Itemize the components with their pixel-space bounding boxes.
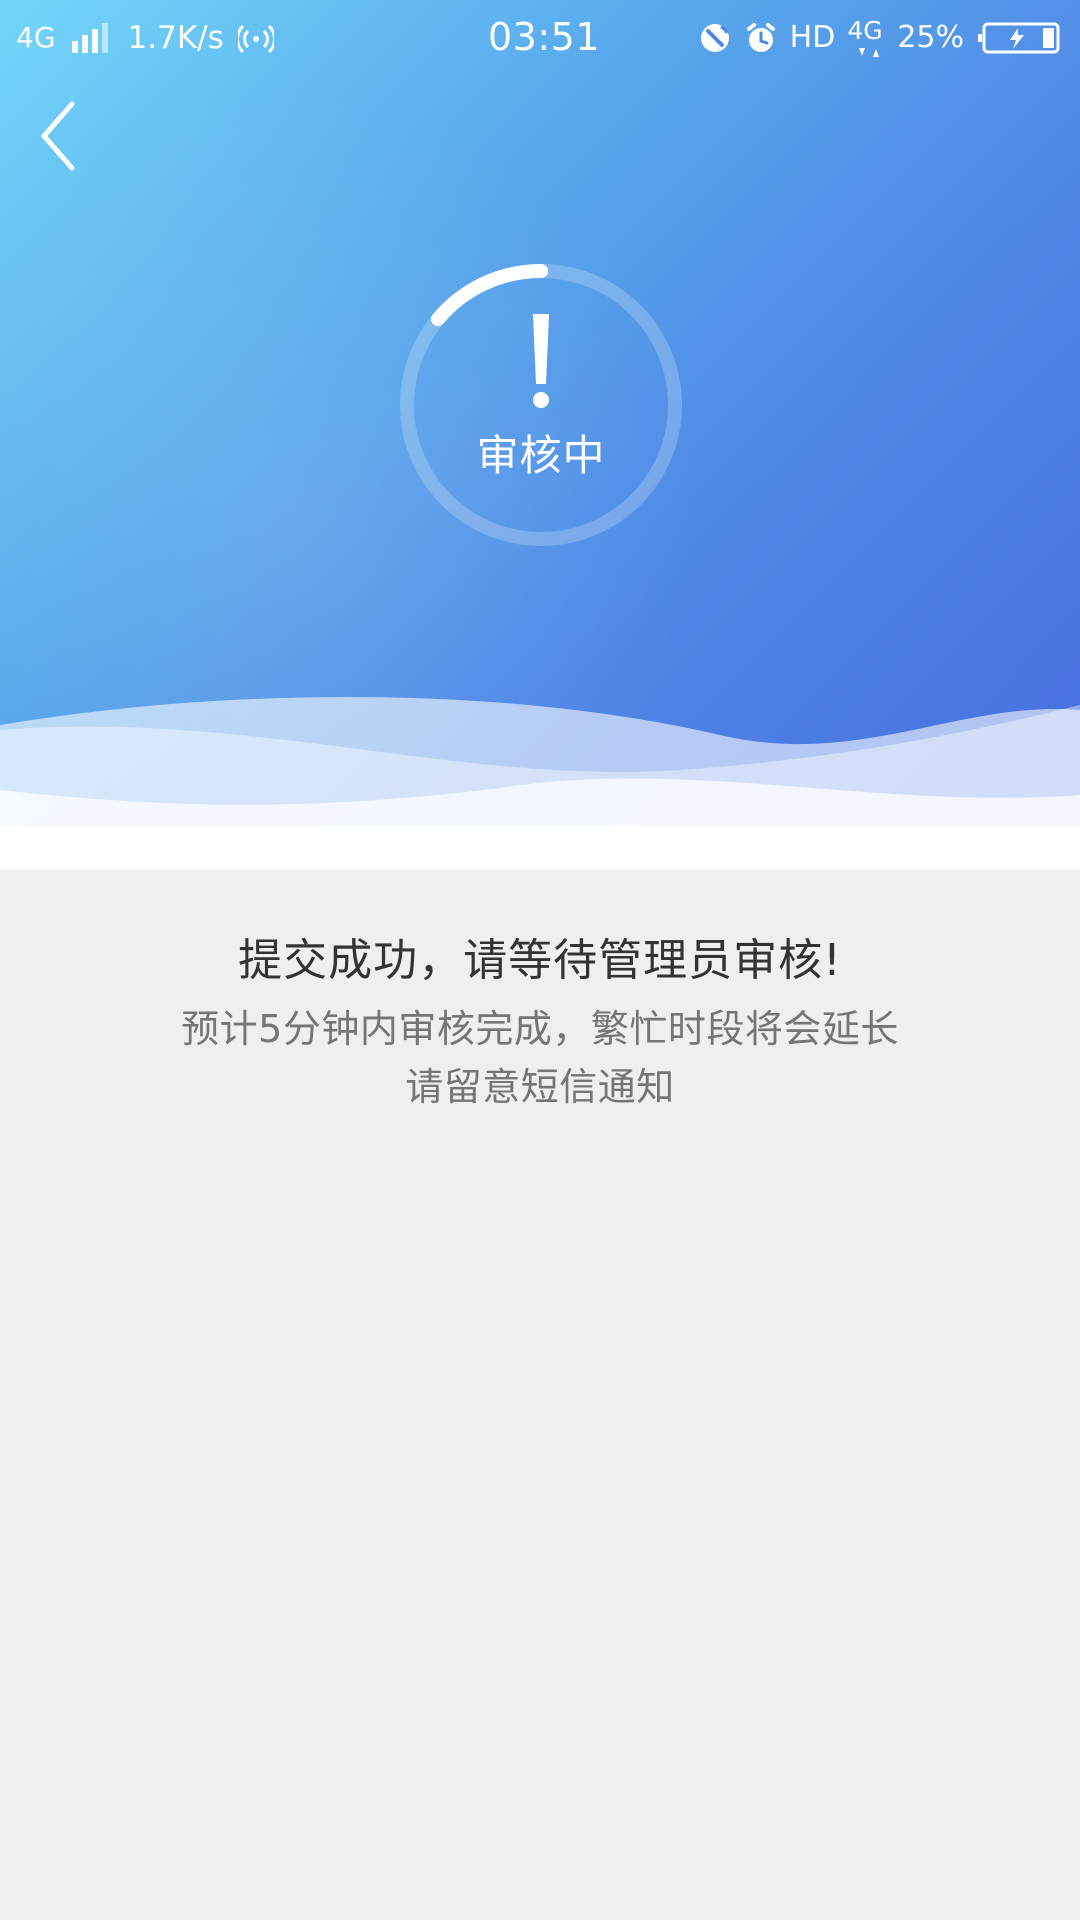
chevron-left-icon [41, 101, 75, 171]
network-indicator: 4G [16, 21, 56, 54]
battery-level: 25% [897, 20, 964, 55]
wave-decoration [0, 696, 1080, 870]
review-pending-screen: 4G 1.7K/s 03:51 HD 4G 25% 审核中 提交成功，请等待管理… [0, 0, 1080, 1920]
submission-success-title: 提交成功，请等待管理员审核! [238, 935, 842, 986]
network-speed: 1.7K/s [127, 20, 224, 56]
data-arrows-icon [859, 48, 880, 57]
status-bar: 4G 1.7K/s 03:51 HD 4G 25% [0, 0, 1080, 78]
review-status-label: 审核中 [476, 431, 606, 480]
status-right: HD 4G 25% [698, 16, 1062, 60]
review-status-indicator: 审核中 [396, 260, 686, 550]
mobile-data-indicator: 4G [847, 17, 885, 59]
signal-icon [70, 21, 112, 55]
clock: 03:51 [488, 15, 601, 59]
do-not-disturb-icon [698, 21, 732, 55]
battery-charging-icon [976, 21, 1062, 55]
hotspot-icon [235, 21, 276, 55]
sms-notice-text: 请留意短信通知 [405, 1065, 675, 1109]
hero-banner: 4G 1.7K/s 03:51 HD 4G 25% 审核中 [0, 0, 1080, 870]
status-left: 4G 1.7K/s [16, 15, 276, 61]
alarm-icon [744, 21, 778, 55]
review-time-text: 预计5分钟内审核完成，繁忙时段将会延长 [181, 1007, 899, 1051]
hd-indicator: HD [789, 20, 836, 55]
back-button[interactable] [30, 96, 94, 176]
exclamation-icon [533, 314, 549, 408]
mobile-data-label: 4G [847, 16, 883, 45]
submission-message: 提交成功，请等待管理员审核! 预计5分钟内审核完成，繁忙时段将会延长 请留意短信… [0, 930, 1080, 1116]
